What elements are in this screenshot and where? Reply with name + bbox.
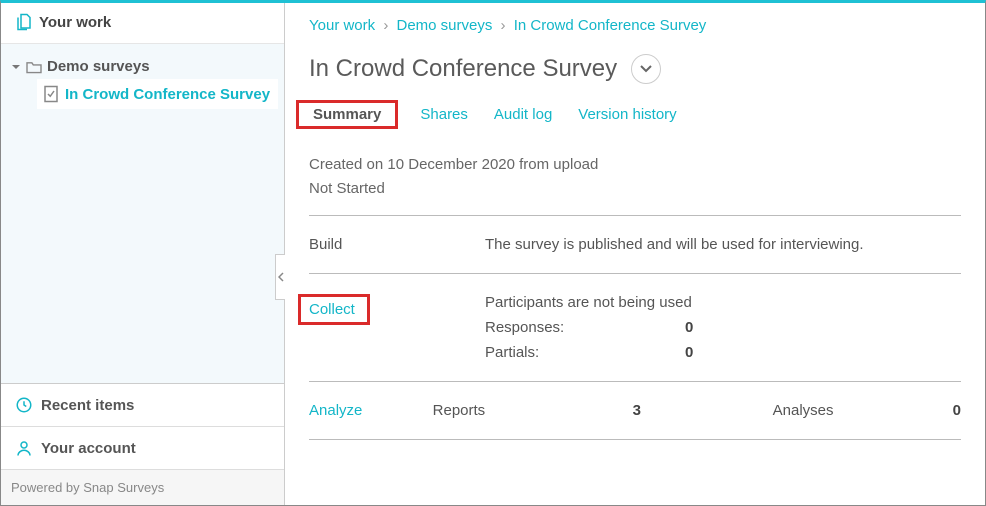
breadcrumb-demo-surveys[interactable]: Demo surveys: [397, 17, 493, 34]
tabs: Summary Shares Audit log Version history: [285, 100, 985, 139]
sidebar-collapse-handle[interactable]: [275, 254, 285, 300]
partials-label: Partials:: [485, 344, 685, 361]
responses-value: 0: [685, 319, 825, 336]
survey-actions-dropdown[interactable]: [631, 54, 661, 84]
reports-label: Reports: [433, 402, 633, 419]
tree-folder-demo-surveys[interactable]: Demo surveys: [7, 54, 278, 79]
sidebar-tree: Demo surveys In Crowd Conference Survey: [1, 44, 284, 384]
powered-by-label: Powered by Snap Surveys: [11, 480, 164, 495]
tab-audit-log[interactable]: Audit log: [490, 100, 556, 129]
tab-shares[interactable]: Shares: [416, 100, 472, 129]
clock-icon: [15, 396, 33, 414]
recent-items-label: Recent items: [41, 397, 134, 414]
created-text: Created on 10 December 2020 from upload: [309, 153, 961, 177]
section-build: Build The survey is published and will b…: [309, 216, 961, 274]
survey-label: In Crowd Conference Survey: [65, 86, 270, 103]
highlight-summary: Summary: [296, 100, 398, 129]
page-title: In Crowd Conference Survey: [309, 55, 617, 83]
breadcrumb: Your work › Demo surveys › In Crowd Conf…: [285, 3, 985, 44]
reports-value: 3: [633, 402, 773, 419]
caret-down-icon: [11, 62, 21, 72]
tree-survey-item[interactable]: In Crowd Conference Survey: [37, 79, 278, 109]
section-collect: Collect Participants are not being used …: [309, 274, 961, 382]
sidebar-recent-items[interactable]: Recent items: [1, 384, 284, 427]
survey-meta: Created on 10 December 2020 from upload …: [309, 153, 961, 216]
sidebar: Your work Demo surveys In Crowd Conferen…: [1, 3, 285, 505]
partials-value: 0: [685, 344, 825, 361]
responses-label: Responses:: [485, 319, 685, 336]
main-panel: Your work › Demo surveys › In Crowd Conf…: [285, 3, 985, 505]
section-analyze: Analyze Reports 3 Analyses 0: [309, 382, 961, 440]
analyses-value: 0: [953, 402, 961, 419]
user-icon: [15, 439, 33, 457]
chevron-right-icon: ›: [383, 17, 388, 34]
collect-text: Participants are not being used: [485, 294, 961, 311]
survey-icon: [43, 85, 59, 103]
breadcrumb-survey[interactable]: In Crowd Conference Survey: [514, 17, 707, 34]
chevron-right-icon: ›: [501, 17, 506, 34]
sidebar-footer: Powered by Snap Surveys: [1, 470, 284, 505]
build-text: The survey is published and will be used…: [485, 236, 961, 253]
status-text: Not Started: [309, 177, 961, 201]
analyses-label: Analyses: [773, 402, 953, 419]
documents-icon: [15, 13, 33, 31]
your-account-label: Your account: [41, 440, 136, 457]
analyze-link[interactable]: Analyze: [309, 402, 362, 419]
chevron-left-icon: [278, 272, 284, 282]
breadcrumb-your-work[interactable]: Your work: [309, 17, 375, 34]
folder-icon: [25, 60, 43, 74]
chevron-down-icon: [640, 65, 652, 73]
build-label: Build: [309, 236, 485, 253]
collect-link[interactable]: Collect: [309, 301, 355, 318]
sidebar-your-work[interactable]: Your work: [1, 3, 284, 44]
highlight-collect: Collect: [298, 294, 370, 325]
tab-summary[interactable]: Summary: [309, 100, 385, 129]
tab-version-history[interactable]: Version history: [574, 100, 680, 129]
your-work-label: Your work: [39, 14, 111, 31]
folder-label: Demo surveys: [47, 58, 150, 75]
sidebar-your-account[interactable]: Your account: [1, 427, 284, 470]
